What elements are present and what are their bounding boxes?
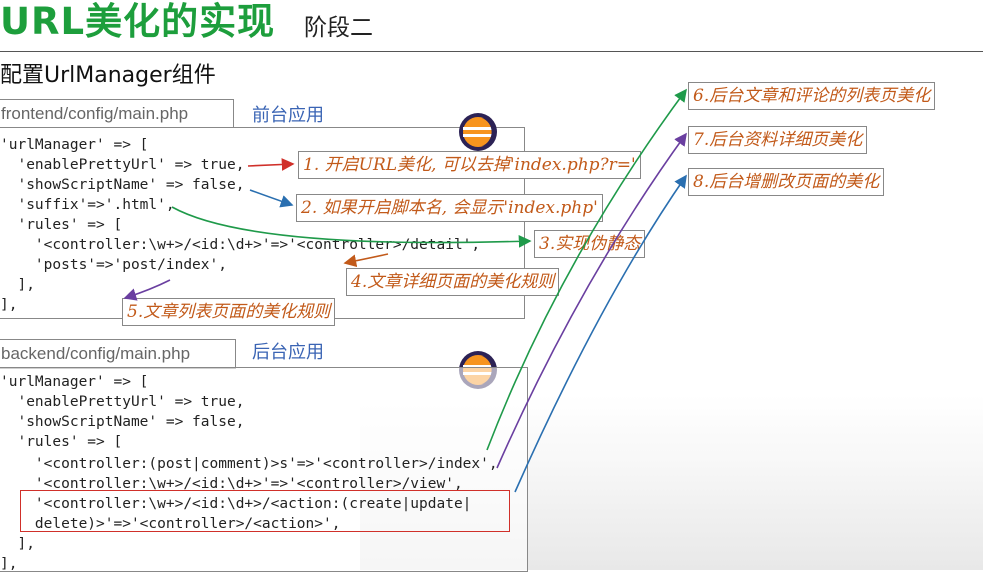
arrow-6 [486, 88, 687, 451]
arrow-8 [514, 174, 687, 493]
arrow-5 [123, 279, 171, 301]
arrow-1 [247, 158, 295, 171]
arrow-4 [343, 253, 389, 268]
annotation-arrows [123, 88, 687, 493]
arrow-2 [249, 189, 294, 208]
arrow-3 [171, 206, 532, 248]
arrow-7 [496, 132, 687, 469]
